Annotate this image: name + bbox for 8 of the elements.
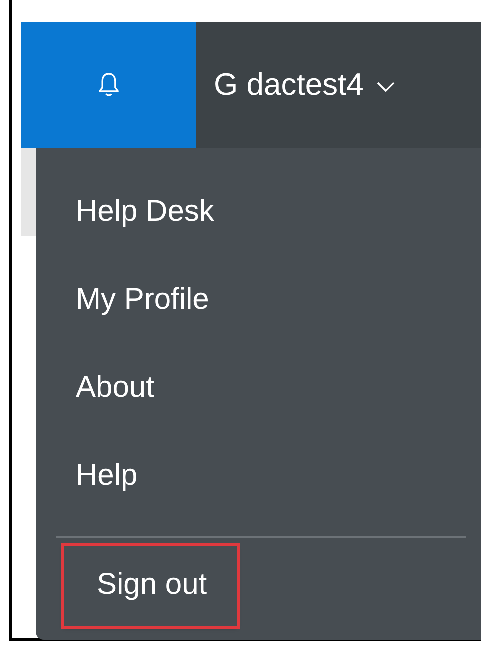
bell-icon — [98, 71, 120, 99]
chevron-icon — [376, 81, 396, 93]
menu-item[interactable]: My Profile — [36, 270, 210, 358]
menu-item[interactable]: Help Desk — [36, 182, 214, 270]
menu-item[interactable]: About — [36, 358, 154, 446]
notifications-button[interactable] — [21, 22, 196, 148]
menu-item[interactable]: Help — [36, 446, 138, 534]
menu-item[interactable]: Sign out — [64, 546, 238, 626]
